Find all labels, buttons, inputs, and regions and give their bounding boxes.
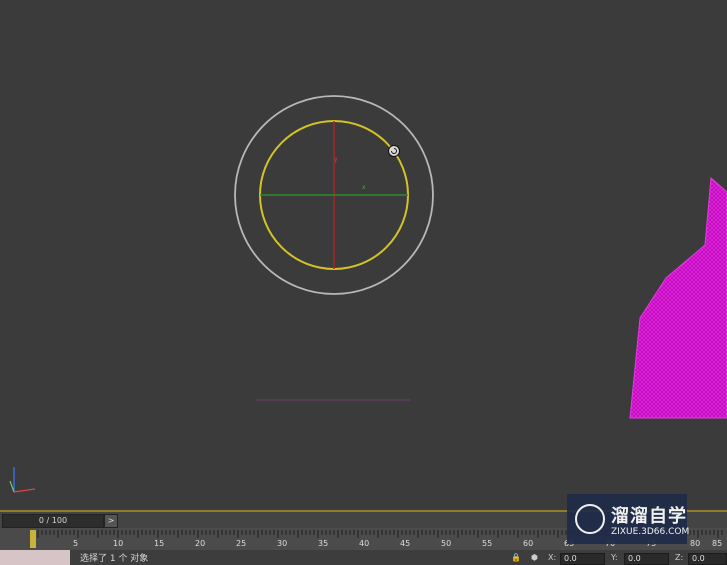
x-coordinate-field[interactable]: 0.0 [560, 553, 605, 565]
watermark-subtitle: ZIXUE.3D66.COM [611, 527, 690, 537]
watermark-logo-icon [575, 504, 605, 534]
next-frame-button[interactable]: > [104, 514, 118, 528]
time-slider[interactable]: 0 / 100 [2, 514, 104, 528]
z-coordinate-field[interactable]: 0.0 [688, 553, 727, 565]
tick-label: 20 [195, 539, 206, 548]
tick-label: 85 [712, 539, 723, 548]
tick-label: 40 [359, 539, 370, 548]
tick-label: 30 [277, 539, 288, 548]
maxscript-listener[interactable] [0, 550, 70, 565]
tick-label: 35 [318, 539, 329, 548]
tick-label: 55 [482, 539, 493, 548]
watermark-badge: 溜溜自学 ZIXUE.3D66.COM [567, 494, 690, 544]
transform-mode-icon[interactable]: ⬢ [531, 553, 538, 562]
tick-label: 15 [154, 539, 165, 548]
watermark-title: 溜溜自学 [611, 506, 687, 527]
status-message: 选择了 1 个 对象 [80, 554, 149, 564]
tick-label: 45 [400, 539, 411, 548]
tick-label: 10 [113, 539, 124, 548]
z-label: Z: [675, 553, 684, 562]
rotate-cursor-icon [388, 145, 400, 157]
x-label: X: [548, 553, 557, 562]
lock-icon[interactable]: 🔒 [511, 553, 521, 562]
tick-label: 60 [523, 539, 534, 548]
3d-viewport[interactable]: y x [0, 0, 727, 510]
current-frame-marker[interactable] [30, 530, 36, 548]
magenta-mesh-object[interactable] [629, 176, 727, 419]
tick-label: 80 [690, 539, 701, 548]
tick-label: 5 [73, 539, 79, 548]
status-bar: 选择了 1 个 对象 🔒 ⬢ X: 0.0 Y: 0.0 Z: 0.0 [0, 550, 727, 565]
y-coordinate-field[interactable]: 0.0 [624, 553, 669, 565]
axis-tripod-icon [9, 467, 36, 493]
gizmo-x-label: x [362, 184, 366, 191]
y-label: Y: [611, 553, 618, 562]
viewport-canvas[interactable]: y x [0, 0, 727, 510]
tick-label: 50 [441, 539, 452, 548]
tick-label: 25 [236, 539, 247, 548]
gizmo-y-label: y [334, 156, 338, 163]
